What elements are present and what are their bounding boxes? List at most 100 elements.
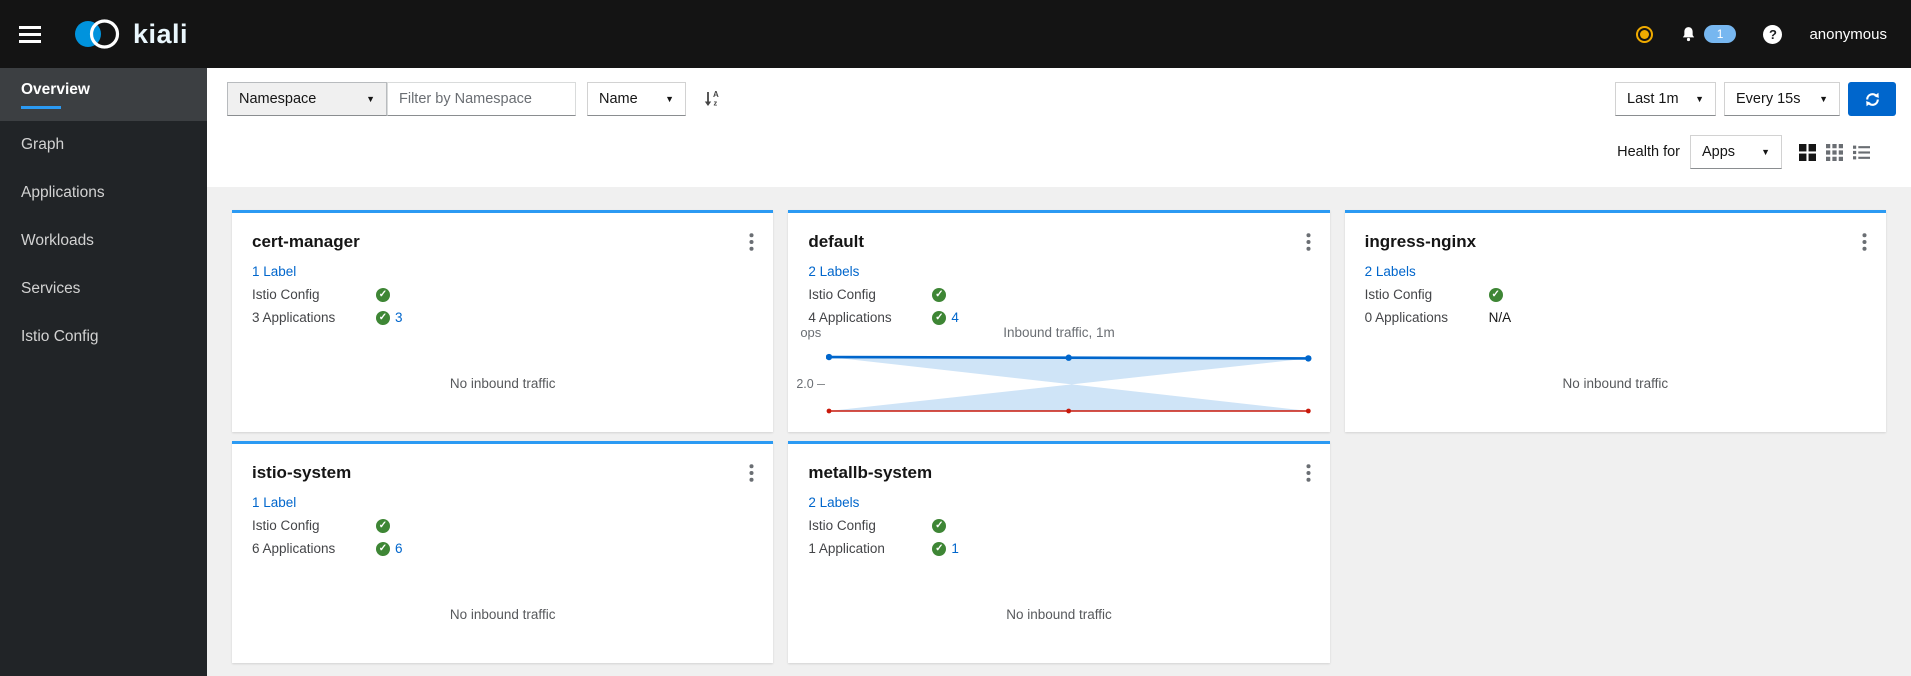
applications-count-link[interactable]: 4 (951, 310, 959, 325)
healthy-check-icon[interactable]: ✓ (932, 310, 947, 325)
healthy-check-icon[interactable]: ✓ (932, 287, 947, 302)
applications-count-link[interactable]: 3 (395, 310, 403, 325)
sidebar-item-label: Graph (21, 136, 65, 153)
active-indicator (21, 105, 61, 109)
kebab-icon (749, 233, 754, 251)
labels-link[interactable]: 2 Labels (808, 495, 859, 510)
namespace-card-default: default 2 Labels Istio Config ✓ 4 Applic… (788, 210, 1330, 432)
no-traffic-message: No inbound traffic (1562, 376, 1669, 391)
istio-status-icon[interactable] (1635, 25, 1653, 43)
healthy-check-icon[interactable]: ✓ (932, 541, 947, 556)
kebab-icon (749, 464, 754, 482)
healthy-check-icon[interactable]: ✓ (376, 518, 390, 533)
sort-by-dropdown[interactable]: Name ▼ (587, 82, 686, 116)
sidebar-item-istio-config[interactable]: Istio Config (0, 313, 207, 361)
namespace-cards-grid: cert-manager 1 Label Istio Config ✓ 3 Ap… (207, 187, 1911, 663)
namespace-title[interactable]: ingress-nginx (1345, 213, 1886, 252)
sidebar-item-applications[interactable]: Applications (0, 169, 207, 217)
refresh-button[interactable] (1848, 82, 1896, 116)
healthy-check-icon[interactable]: ✓ (376, 541, 390, 556)
card-body: 2 Labels Istio Config ✓ 0 Applications N… (1345, 252, 1886, 325)
duration-dropdown[interactable]: Last 1m ▼ (1615, 82, 1716, 116)
applications-row: 6 Applications ✓ 6 (252, 541, 753, 556)
health-for-dropdown[interactable]: Apps ▼ (1690, 135, 1782, 169)
applications-row: 0 Applications N/A (1365, 310, 1866, 325)
brand-name: kiali (133, 18, 189, 49)
applications-row: 1 Application ✓ 1 (808, 541, 1309, 556)
svg-text:z: z (714, 98, 718, 107)
kebab-icon (1306, 464, 1311, 482)
health-for-row: Health for Apps ▼ (1617, 135, 1870, 169)
notification-badge: 1 (1703, 25, 1737, 43)
namespace-title[interactable]: default (788, 213, 1329, 252)
health-for-value: Apps (1702, 144, 1736, 160)
hamburger-menu-icon[interactable] (19, 22, 41, 47)
kebab-menu-button[interactable] (749, 464, 754, 485)
namespace-filter-input[interactable] (387, 82, 576, 116)
sort-alpha-button[interactable]: A z (701, 87, 723, 112)
sidebar-item-overview[interactable]: Overview (0, 68, 207, 121)
sidebar-item-workloads[interactable]: Workloads (0, 217, 207, 265)
expand-view-icon[interactable] (1799, 143, 1816, 161)
toolbar: Namespace ▼ Name ▼ A z Last 1m ▼ (207, 68, 1911, 187)
masthead-right: 1 ? anonymous (1635, 24, 1887, 44)
sidebar-item-services[interactable]: Services (0, 265, 207, 313)
sidebar-item-label: Workloads (21, 232, 94, 249)
labels-link[interactable]: 1 Label (252, 495, 296, 510)
applications-count-link[interactable]: 1 (951, 541, 959, 556)
kebab-icon (1306, 233, 1311, 251)
chevron-down-icon: ▼ (1695, 94, 1704, 104)
help-icon[interactable]: ? (1763, 24, 1783, 44)
refresh-interval-dropdown[interactable]: Every 15s ▼ (1724, 82, 1840, 116)
labels-link[interactable]: 2 Labels (1365, 264, 1416, 279)
applications-label: 3 Applications (252, 310, 336, 325)
compact-view-icon[interactable] (1826, 143, 1843, 161)
healthy-check-icon[interactable]: ✓ (1488, 287, 1503, 302)
labels-link[interactable]: 2 Labels (808, 264, 859, 279)
card-body: 1 Label Istio Config ✓ 6 Applications ✓ … (232, 483, 773, 556)
istio-config-row: Istio Config ✓ (808, 518, 1309, 533)
user-menu[interactable]: anonymous (1809, 26, 1887, 43)
istio-config-row: Istio Config ✓ (1365, 287, 1866, 302)
istio-config-label: Istio Config (808, 287, 876, 302)
kebab-menu-button[interactable] (1306, 233, 1311, 254)
sidebar-item-label: Applications (21, 184, 105, 201)
healthy-check-icon[interactable]: ✓ (932, 518, 947, 533)
healthy-check-icon[interactable]: ✓ (376, 310, 390, 325)
istio-config-label: Istio Config (808, 518, 876, 533)
namespace-title[interactable]: istio-system (232, 444, 773, 483)
labels-link[interactable]: 1 Label (252, 264, 296, 279)
namespace-title[interactable]: metallb-system (788, 444, 1329, 483)
applications-count-link[interactable]: 6 (395, 541, 403, 556)
no-traffic-message: No inbound traffic (449, 607, 556, 622)
chart-y-tick-mark (817, 384, 826, 386)
chart-y-tick-label: 2.0 (796, 377, 814, 392)
sidebar-item-graph[interactable]: Graph (0, 121, 207, 169)
applications-label: 6 Applications (252, 541, 336, 556)
refresh-interval-value: Every 15s (1736, 91, 1801, 107)
kebab-menu-button[interactable] (749, 233, 754, 254)
istio-config-label: Istio Config (1364, 287, 1433, 302)
kebab-menu-button[interactable] (1306, 464, 1311, 485)
filter-type-value: Namespace (239, 91, 317, 107)
view-switcher (1799, 143, 1870, 161)
healthy-check-icon[interactable]: ✓ (376, 287, 390, 302)
applications-na-value: N/A (1488, 310, 1512, 325)
sidebar-item-label: Istio Config (21, 328, 99, 345)
notifications[interactable]: 1 (1680, 25, 1737, 43)
namespace-card-ingress-nginx: ingress-nginx 2 Labels Istio Config ✓ 0 … (1344, 210, 1886, 432)
applications-label: 4 Applications (808, 310, 892, 325)
toolbar-left: Namespace ▼ Name ▼ A z (227, 82, 723, 116)
kebab-menu-button[interactable] (1862, 233, 1867, 254)
list-view-icon[interactable] (1853, 144, 1870, 161)
sparkline-area-chart[interactable] (826, 347, 1312, 417)
namespace-title[interactable]: cert-manager (232, 213, 773, 252)
filter-type-dropdown[interactable]: Namespace ▼ (227, 82, 387, 116)
refresh-icon (1865, 92, 1879, 106)
card-body: 2 Labels Istio Config ✓ 4 Applications ✓… (788, 252, 1329, 325)
applications-label: 1 Application (808, 541, 885, 556)
namespace-card-metallb-system: metallb-system 2 Labels Istio Config ✓ 1… (788, 441, 1330, 663)
no-traffic-message: No inbound traffic (449, 376, 556, 391)
kiali-brand[interactable]: kiali (73, 16, 188, 52)
health-for-label: Health for (1617, 144, 1680, 160)
